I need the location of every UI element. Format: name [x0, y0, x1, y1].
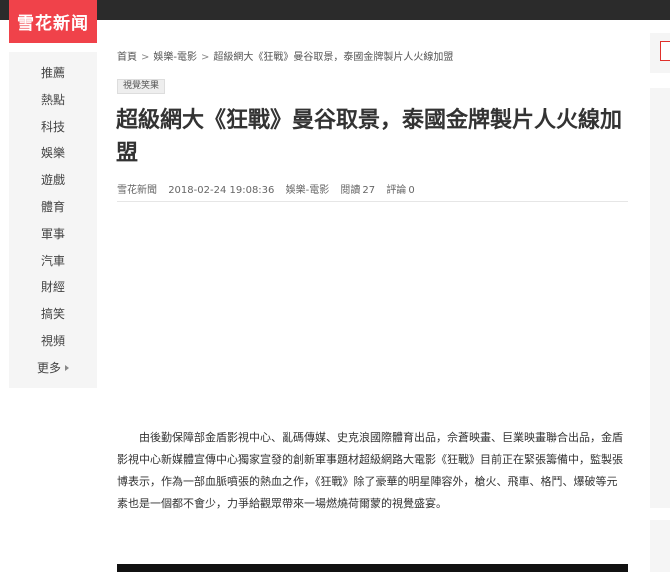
sidebar-item-sports[interactable]: 體育: [9, 194, 97, 221]
sidebar-item-hot[interactable]: 熱點: [9, 87, 97, 114]
category-sidebar: 推薦 熱點 科技 娛樂 遊戲 體育 軍事 汽車 財經 搞笑 視頻 更多: [9, 52, 97, 388]
top-bar: [0, 0, 670, 20]
sidebar-item-video[interactable]: 視頻: [9, 328, 97, 355]
sidebar-item-entertainment[interactable]: 娛樂: [9, 140, 97, 167]
reads-count: 27: [362, 185, 376, 196]
breadcrumb-separator: >: [201, 52, 210, 63]
reads-label: 閱讀: [340, 185, 361, 196]
sidebar-item-funny[interactable]: 搞笑: [9, 301, 97, 328]
right-rail-panel-bottom: [650, 520, 670, 572]
sidebar-item-recommend[interactable]: 推薦: [9, 60, 97, 87]
breadcrumb-category[interactable]: 娛樂-電影: [153, 52, 197, 63]
site-logo[interactable]: 雪花新闻: [9, 0, 97, 43]
breadcrumb: 首頁 > 娛樂-電影 > 超級網大《狂戰》曼谷取景，泰國金牌製片人火線加盟: [117, 48, 453, 63]
media-placeholder: [117, 210, 628, 410]
sidebar-item-tech[interactable]: 科技: [9, 114, 97, 141]
breadcrumb-separator: >: [141, 52, 150, 63]
article-tag[interactable]: 視覺笑果: [117, 79, 166, 94]
right-rail-panel: [650, 88, 670, 508]
comments-count[interactable]: 0: [408, 185, 414, 196]
logo-text: 雪花新闻: [17, 14, 89, 34]
comments-label[interactable]: 評論: [386, 185, 406, 196]
sidebar-item-finance[interactable]: 財經: [9, 274, 97, 301]
article-image: [117, 564, 628, 572]
article-meta: 雪花新聞 2018-02-24 19:08:36 娛樂-電影 閱讀 27 評論 0: [117, 181, 423, 196]
article-category[interactable]: 娛樂-電影: [286, 185, 330, 196]
sidebar-item-auto[interactable]: 汽車: [9, 248, 97, 275]
breadcrumb-current: 超級網大《狂戰》曼谷取景，泰國金牌製片人火線加盟: [213, 52, 454, 63]
meta-divider: [117, 201, 628, 202]
sidebar-item-games[interactable]: 遊戲: [9, 167, 97, 194]
right-rail-button[interactable]: [660, 41, 670, 61]
article-source[interactable]: 雪花新聞: [117, 185, 157, 196]
sidebar-more[interactable]: 更多: [9, 355, 97, 382]
article-paragraph: 由後勤保障部金盾影視中心、亂碼傳媒、史克浪國際體育出品，佘蒼映畫、巨業映畫聯合出…: [117, 431, 623, 510]
breadcrumb-home[interactable]: 首頁: [117, 52, 137, 63]
article-title: 超級網大《狂戰》曼谷取景，泰國金牌製片人火線加盟: [116, 108, 623, 166]
triangle-right-icon: [65, 365, 69, 372]
sidebar-more-label: 更多: [36, 360, 61, 375]
right-rail-widget: [650, 33, 670, 73]
sidebar-item-military[interactable]: 軍事: [9, 221, 97, 248]
article-datetime: 2018-02-24 19:08:36: [168, 185, 275, 196]
